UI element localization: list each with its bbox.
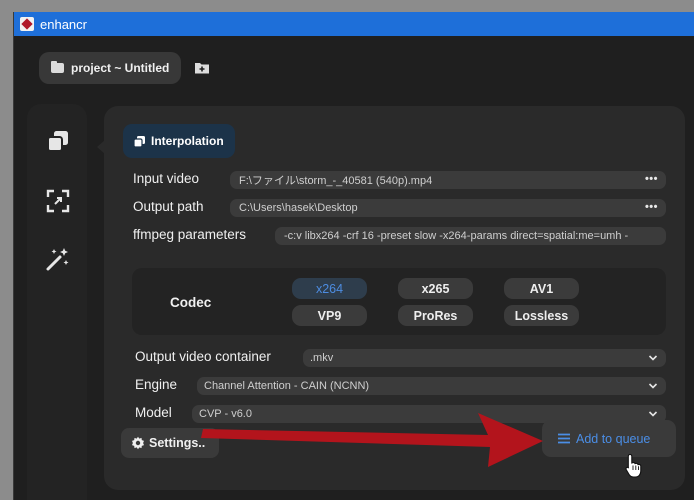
tab-label: Interpolation <box>151 134 224 148</box>
chevron-down-icon <box>648 355 658 361</box>
window-title: enhancr <box>40 17 87 32</box>
ffmpeg-params-value: -c:v libx264 -crf 16 -preset slow -x264-… <box>284 230 629 242</box>
main-content: project ~ Untitled Interpolation Input v… <box>14 36 694 500</box>
interpolation-tab-icon <box>133 135 145 148</box>
container-label: Output video container <box>135 349 271 364</box>
magic-wand-icon[interactable] <box>45 246 71 272</box>
hand-cursor-icon <box>625 453 642 478</box>
output-path-label: Output path <box>133 199 204 214</box>
input-video-browse-button[interactable]: ••• <box>645 173 658 185</box>
model-value: CVP - v6.0 <box>199 408 252 420</box>
engine-label: Engine <box>135 377 178 392</box>
input-video-value: F:\ファイル\storm_-_40581 (540p).mp4 <box>239 175 433 187</box>
title-bar: enhancr <box>14 12 694 36</box>
model-label: Model <box>135 405 172 420</box>
ffmpeg-params-input[interactable]: -c:v libx264 -crf 16 -preset slow -x264-… <box>275 227 666 245</box>
tab-interpolation[interactable]: Interpolation <box>123 124 235 158</box>
container-value: .mkv <box>310 352 334 364</box>
codec-label: Codec <box>170 295 212 310</box>
output-path-value: C:\Users\hasek\Desktop <box>239 202 358 214</box>
upscale-icon[interactable] <box>45 188 71 214</box>
interpolation-icon[interactable] <box>45 128 71 154</box>
chevron-down-icon <box>648 411 658 417</box>
add-to-queue-button[interactable]: Add to queue <box>542 420 676 457</box>
engine-value: Channel Attention - CAIN (NCNN) <box>204 380 370 392</box>
project-label: project ~ Untitled <box>71 61 170 75</box>
new-folder-icon[interactable] <box>194 60 210 76</box>
engine-select[interactable]: Channel Attention - CAIN (NCNN) <box>197 377 666 395</box>
settings-label: Settings.. <box>149 436 206 450</box>
list-icon <box>558 433 570 444</box>
input-video-field[interactable]: F:\ファイル\storm_-_40581 (540p).mp4 ••• <box>230 171 666 189</box>
codec-option-lossless[interactable]: Lossless <box>504 305 579 326</box>
settings-button[interactable]: Settings.. <box>121 428 219 458</box>
app-window: enhancr project ~ Untitled Interpolation… <box>13 12 694 500</box>
gear-icon <box>132 436 144 450</box>
chevron-down-icon <box>648 383 658 389</box>
ffmpeg-params-label: ffmpeg parameters <box>133 227 247 242</box>
codec-option-x264[interactable]: x264 <box>292 278 367 299</box>
output-path-browse-button[interactable]: ••• <box>645 201 658 213</box>
add-to-queue-label: Add to queue <box>576 431 651 446</box>
app-logo-icon <box>20 17 34 31</box>
interpolation-panel: Interpolation Input video F:\ファイル\storm_… <box>104 106 685 490</box>
codec-option-vp9[interactable]: VP9 <box>292 305 367 326</box>
container-select[interactable]: .mkv <box>303 349 666 367</box>
output-path-field[interactable]: C:\Users\hasek\Desktop ••• <box>230 199 666 217</box>
codec-option-av1[interactable]: AV1 <box>504 278 579 299</box>
folder-icon <box>51 61 64 73</box>
codec-selector: Codec x264 x265 AV1 VP9 ProRes Lossless <box>132 268 666 335</box>
codec-option-x265[interactable]: x265 <box>398 278 473 299</box>
input-video-label: Input video <box>133 171 200 186</box>
project-selector[interactable]: project ~ Untitled <box>39 52 181 84</box>
sidebar <box>27 104 87 500</box>
codec-option-prores[interactable]: ProRes <box>398 305 473 326</box>
